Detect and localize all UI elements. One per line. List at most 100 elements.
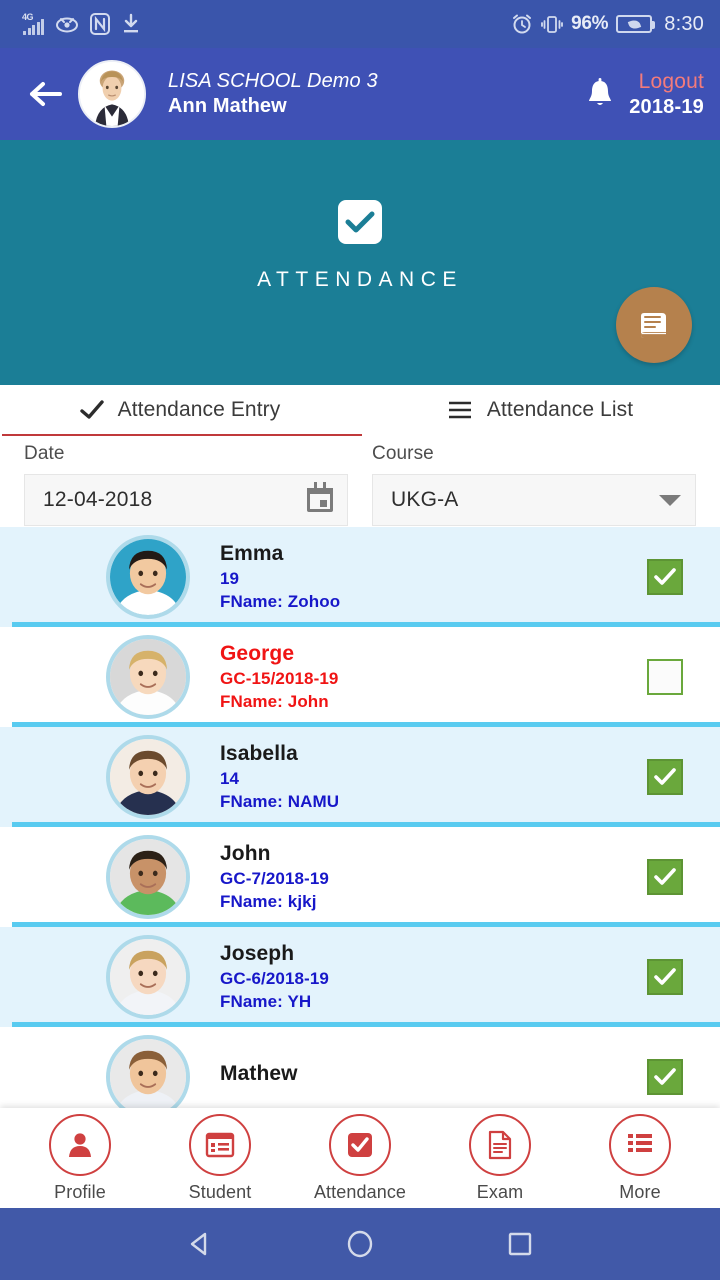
student-row[interactable]: George GC-15/2018-19 FName: John bbox=[0, 627, 720, 727]
nav-item-label: Student bbox=[188, 1181, 252, 1202]
course-select[interactable]: UKG-A bbox=[372, 474, 696, 526]
tab-attendance-entry[interactable]: Attendance Entry bbox=[0, 385, 362, 436]
student-avatar bbox=[106, 635, 190, 719]
back-arrow-icon[interactable] bbox=[26, 74, 66, 114]
app-header: LISA SCHOOL Demo 3 Ann Mathew Logout 201… bbox=[0, 48, 720, 140]
tab-bar: Attendance Entry Attendance List bbox=[0, 385, 720, 436]
course-label: Course bbox=[372, 443, 434, 464]
nav-item-attendance[interactable]: Attendance bbox=[305, 1113, 415, 1203]
nav-item-exam[interactable]: Exam bbox=[445, 1113, 555, 1203]
hamburger-list-icon bbox=[448, 401, 471, 419]
student-row[interactable]: Isabella 14 FName: NAMU bbox=[0, 727, 720, 827]
student-name: Isabella bbox=[220, 742, 298, 765]
student-row[interactable]: Emma 19 FName: Zohoo bbox=[0, 527, 720, 627]
page-banner: ATTENDANCE bbox=[0, 140, 720, 385]
check-square-icon bbox=[329, 1113, 391, 1176]
attendance-checkbox[interactable] bbox=[647, 659, 683, 695]
nfc-icon bbox=[90, 13, 110, 35]
clock-label: 8:30 bbox=[664, 12, 704, 35]
school-name: LISA SCHOOL Demo 3 bbox=[168, 70, 378, 92]
status-bar-right: 96% 8:30 bbox=[511, 13, 704, 36]
filter-form: Date 12-04-2018 Course UKG-A bbox=[0, 435, 720, 527]
network-type-label: 4G bbox=[22, 11, 34, 22]
android-recents-icon[interactable] bbox=[490, 1214, 550, 1274]
nav-item-profile[interactable]: Profile bbox=[25, 1113, 135, 1203]
attendance-checkbox[interactable] bbox=[647, 959, 683, 995]
student-info: Emma 19 FName: Zohoo bbox=[220, 542, 647, 612]
tab-label: Attendance List bbox=[486, 398, 634, 421]
student-info: Isabella 14 FName: NAMU bbox=[220, 742, 647, 812]
check-icon bbox=[79, 400, 104, 419]
academic-year-label: 2018-19 bbox=[629, 95, 704, 118]
bell-icon[interactable] bbox=[585, 77, 615, 111]
date-value: 12-04-2018 bbox=[43, 488, 153, 511]
student-avatar bbox=[106, 1035, 190, 1119]
nav-item-label: More bbox=[619, 1181, 661, 1202]
student-row[interactable]: John GC-7/2018-19 FName: kjkj bbox=[0, 827, 720, 927]
student-id: GC-7/2018-19 bbox=[220, 869, 329, 888]
page-title: ATTENDANCE bbox=[257, 268, 463, 291]
nav-item-label: Profile bbox=[54, 1181, 106, 1202]
android-home-icon[interactable] bbox=[330, 1214, 390, 1274]
student-row[interactable]: Joseph GC-6/2018-19 FName: YH bbox=[0, 927, 720, 1027]
attendance-checkbox[interactable] bbox=[647, 859, 683, 895]
student-name: Mathew bbox=[220, 1062, 298, 1085]
student-id: GC-6/2018-19 bbox=[220, 969, 329, 988]
student-id: GC-15/2018-19 bbox=[220, 669, 339, 688]
attendance-checkbox[interactable] bbox=[647, 759, 683, 795]
avatar[interactable] bbox=[78, 60, 146, 128]
chevron-down-icon[interactable] bbox=[659, 494, 681, 506]
student-name: George bbox=[220, 642, 295, 665]
bottom-navigation: Profile Student Attendance Exam More bbox=[0, 1108, 720, 1208]
student-father-name: FName: NAMU bbox=[220, 792, 340, 811]
course-field-group: Course UKG-A bbox=[372, 435, 696, 527]
student-father-name: FName: kjkj bbox=[220, 892, 317, 911]
student-id: 14 bbox=[220, 769, 240, 788]
nav-item-student[interactable]: Student bbox=[165, 1113, 275, 1203]
android-back-icon[interactable] bbox=[170, 1214, 230, 1274]
alarm-icon bbox=[511, 13, 533, 35]
student-info: Joseph GC-6/2018-19 FName: YH bbox=[220, 942, 647, 1012]
app-root: 4G 96% 8:30 LISA SCHOOL Demo 3 Ann Mathe… bbox=[0, 0, 720, 1280]
nav-item-more[interactable]: More bbox=[585, 1113, 695, 1203]
battery-percent-label: 96% bbox=[571, 13, 609, 34]
attendance-checkbox[interactable] bbox=[647, 559, 683, 595]
student-avatar bbox=[106, 835, 190, 919]
student-avatar bbox=[106, 535, 190, 619]
document-icon bbox=[469, 1113, 531, 1176]
book-icon[interactable] bbox=[616, 287, 692, 363]
tab-attendance-list[interactable]: Attendance List bbox=[360, 385, 720, 435]
vibrate-icon bbox=[541, 13, 564, 35]
student-name: Joseph bbox=[220, 942, 295, 965]
attendance-checkbox[interactable] bbox=[647, 1059, 683, 1095]
date-field-group: Date 12-04-2018 bbox=[24, 435, 348, 527]
calendar-icon[interactable] bbox=[307, 482, 333, 512]
header-right-column: Logout 2018-19 bbox=[629, 70, 704, 119]
eye-icon bbox=[55, 15, 79, 33]
student-info: George GC-15/2018-19 FName: John bbox=[220, 642, 647, 712]
status-bar-left: 4G bbox=[22, 11, 141, 35]
course-value: UKG-A bbox=[391, 488, 459, 511]
status-bar: 4G 96% 8:30 bbox=[0, 0, 720, 48]
logout-button[interactable]: Logout bbox=[639, 70, 704, 94]
nav-item-label: Attendance bbox=[313, 1181, 407, 1202]
student-name: Emma bbox=[220, 542, 284, 565]
tab-label: Attendance Entry bbox=[117, 398, 281, 421]
student-father-name: FName: YH bbox=[220, 992, 312, 1011]
signal-icon: 4G bbox=[22, 11, 44, 35]
person-icon bbox=[49, 1113, 111, 1176]
date-input[interactable]: 12-04-2018 bbox=[24, 474, 348, 526]
header-titles: LISA SCHOOL Demo 3 Ann Mathew bbox=[168, 70, 585, 118]
student-father-name: FName: Zohoo bbox=[220, 592, 341, 611]
date-label: Date bbox=[24, 443, 65, 464]
nav-item-label: Exam bbox=[476, 1181, 524, 1202]
battery-icon bbox=[616, 15, 656, 33]
student-avatar bbox=[106, 935, 190, 1019]
user-name: Ann Mathew bbox=[168, 95, 287, 117]
student-avatar bbox=[106, 735, 190, 819]
list-lines-icon bbox=[609, 1113, 671, 1176]
list-card-icon bbox=[189, 1113, 251, 1176]
student-name: John bbox=[220, 842, 271, 865]
download-icon bbox=[121, 13, 141, 35]
student-id: 19 bbox=[220, 569, 240, 588]
